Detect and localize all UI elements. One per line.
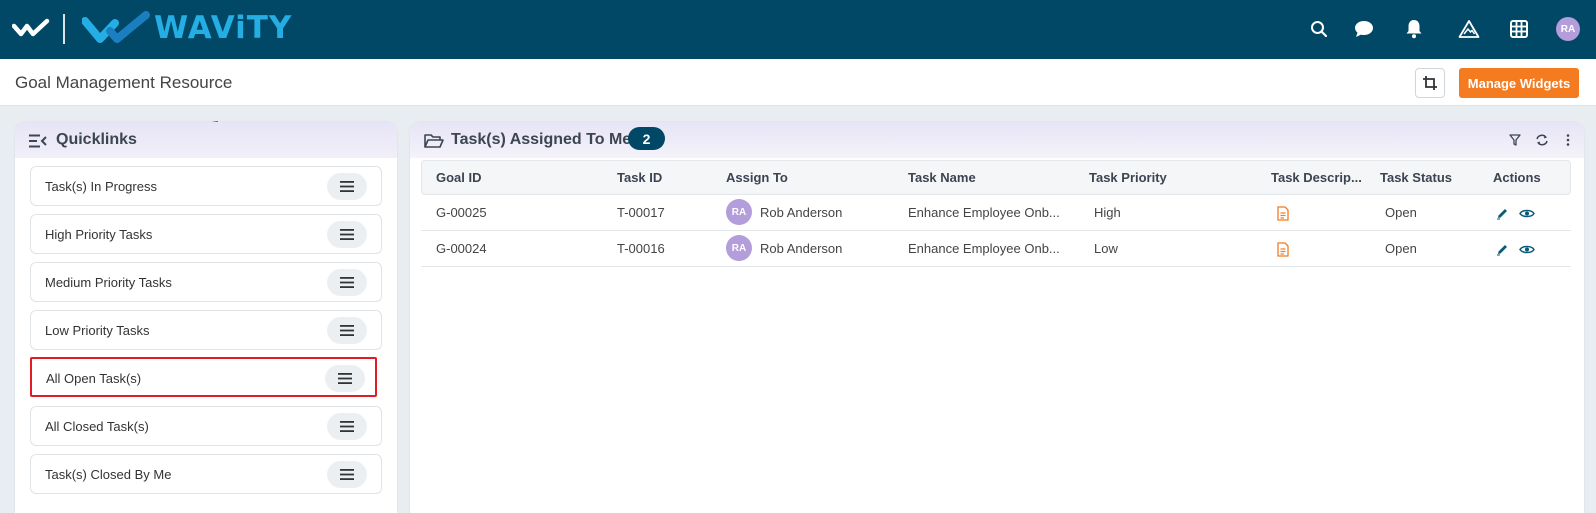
chat-icon[interactable] [1352, 17, 1376, 41]
wavity-logo-mark-icon[interactable] [11, 17, 50, 44]
quicklink-medium-priority-tasks[interactable]: Medium Priority Tasks [30, 262, 382, 302]
search-icon[interactable] [1307, 17, 1331, 41]
assignee-avatar: RA [726, 235, 752, 261]
quicklink-label: High Priority Tasks [45, 227, 153, 242]
collapse-menu-icon[interactable] [28, 133, 48, 154]
priority-cell: High [1094, 205, 1121, 220]
goal-id-cell: G-00024 [436, 241, 487, 256]
status-cell: Open [1385, 205, 1417, 220]
column-header-task-priority[interactable]: Task Priority [1089, 170, 1167, 185]
quicklinks-header: Quicklinks [15, 122, 397, 158]
top-navigation-bar: WAViTY RA [0, 0, 1596, 59]
grid-apps-icon[interactable] [1507, 17, 1531, 41]
hamburger-menu-icon[interactable] [327, 173, 367, 200]
table-row[interactable]: G-00024 T-00016 RA Rob Anderson Enhance … [421, 231, 1571, 267]
quicklink-label: Medium Priority Tasks [45, 275, 172, 290]
column-header-goal-id[interactable]: Goal ID [436, 170, 482, 185]
logo-divider [63, 14, 65, 44]
column-header-task-status[interactable]: Task Status [1380, 170, 1452, 185]
edit-pencil-icon[interactable] [1494, 205, 1510, 221]
column-header-actions: Actions [1493, 170, 1541, 185]
brand-check-icon [82, 11, 150, 43]
task-id-cell: T-00016 [617, 241, 665, 256]
table-row[interactable]: G-00025 T-00017 RA Rob Anderson Enhance … [421, 195, 1571, 231]
goal-id-cell: G-00025 [436, 205, 487, 220]
mountain-alert-icon[interactable] [1457, 17, 1481, 41]
description-document-icon[interactable] [1275, 205, 1291, 221]
quicklink-all-open-tasks[interactable]: All Open Task(s) [30, 357, 377, 397]
refresh-icon[interactable] [1534, 132, 1550, 148]
quicklink-low-priority-tasks[interactable]: Low Priority Tasks [30, 310, 382, 350]
assignee-cell: Rob Anderson [760, 241, 843, 256]
user-avatar[interactable]: RA [1556, 17, 1580, 41]
task-name-cell: Enhance Employee Onb... [908, 241, 1060, 256]
priority-cell: Low [1094, 241, 1118, 256]
crop-layout-button[interactable] [1415, 68, 1445, 98]
hamburger-menu-icon[interactable] [327, 269, 367, 296]
quicklink-label: Task(s) Closed By Me [45, 467, 172, 482]
task-count-badge: 2 [628, 127, 665, 150]
tasks-panel-title: Task(s) Assigned To Me [451, 131, 632, 148]
hamburger-menu-icon[interactable] [327, 221, 367, 248]
hamburger-menu-icon[interactable] [327, 317, 367, 344]
assignee-cell: Rob Anderson [760, 205, 843, 220]
manage-widgets-button[interactable]: Manage Widgets [1459, 68, 1579, 98]
description-document-icon[interactable] [1275, 241, 1291, 257]
page-header: Goal Management Resource Manage Widgets [0, 59, 1596, 106]
quicklink-label: Low Priority Tasks [45, 323, 150, 338]
brand-name: WAViTY [154, 10, 293, 46]
edit-pencil-icon[interactable] [1494, 241, 1510, 257]
column-header-task-description[interactable]: Task Descrip... [1271, 170, 1362, 185]
view-eye-icon[interactable] [1519, 241, 1535, 257]
hamburger-menu-icon[interactable] [327, 413, 367, 440]
quicklink-tasks-in-progress[interactable]: Task(s) In Progress [30, 166, 382, 206]
tasks-assigned-panel: Task(s) Assigned To Me 2 Goal ID Task ID… [410, 122, 1584, 513]
folder-open-icon [424, 133, 444, 154]
quicklinks-title: Quicklinks [56, 131, 137, 148]
filter-icon[interactable] [1507, 132, 1523, 148]
quicklink-label: All Closed Task(s) [45, 419, 149, 434]
status-cell: Open [1385, 241, 1417, 256]
quicklink-high-priority-tasks[interactable]: High Priority Tasks [30, 214, 382, 254]
brand-logo[interactable]: WAViTY [82, 10, 292, 46]
column-header-task-id[interactable]: Task ID [617, 170, 662, 185]
page-title: Goal Management Resource [15, 73, 233, 92]
crop-icon [1423, 76, 1437, 90]
tasks-panel-header: Task(s) Assigned To Me 2 [410, 122, 1584, 158]
more-vertical-icon[interactable] [1560, 132, 1576, 148]
quicklink-label: All Open Task(s) [46, 371, 142, 386]
task-id-cell: T-00017 [617, 205, 665, 220]
table-header-row: Goal ID Task ID Assign To Task Name Task… [421, 160, 1571, 195]
quicklink-all-closed-tasks[interactable]: All Closed Task(s) [30, 406, 382, 446]
task-name-cell: Enhance Employee Onb... [908, 205, 1060, 220]
column-header-task-name[interactable]: Task Name [908, 170, 976, 185]
quicklink-label: Task(s) In Progress [45, 179, 157, 194]
quicklink-tasks-closed-by-me[interactable]: Task(s) Closed By Me [30, 454, 382, 494]
column-header-assign-to[interactable]: Assign To [726, 170, 788, 185]
assignee-avatar: RA [726, 199, 752, 225]
hamburger-menu-icon[interactable] [325, 365, 365, 392]
quicklinks-panel: Quicklinks Task(s) In Progress High Prio… [15, 122, 397, 513]
notification-bell-icon[interactable] [1402, 17, 1426, 41]
hamburger-menu-icon[interactable] [327, 461, 367, 488]
view-eye-icon[interactable] [1519, 205, 1535, 221]
